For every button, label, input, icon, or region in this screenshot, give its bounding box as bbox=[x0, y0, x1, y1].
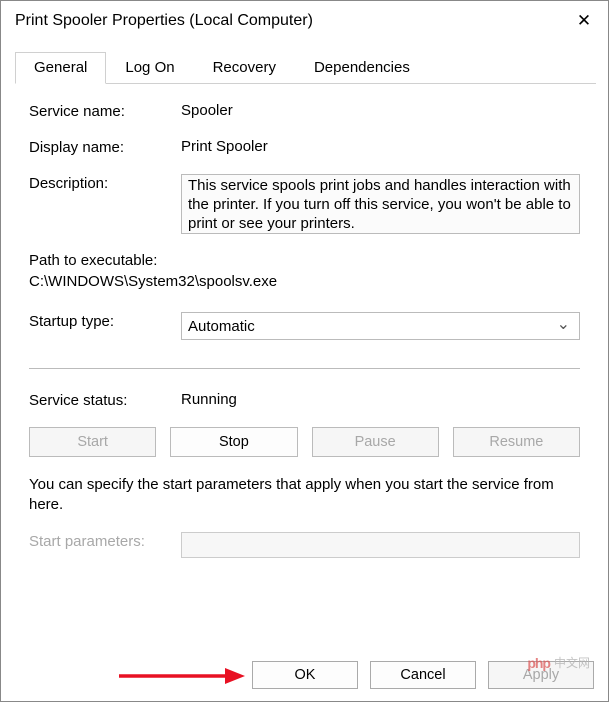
dialog-buttons: OK Cancel Apply bbox=[252, 661, 594, 689]
startup-type-select[interactable]: Automatic bbox=[181, 312, 580, 340]
label-description: Description: bbox=[29, 174, 181, 192]
tab-logon[interactable]: Log On bbox=[106, 52, 193, 84]
description-textbox[interactable]: This service spools print jobs and handl… bbox=[181, 174, 580, 234]
label-start-params: Start parameters: bbox=[29, 532, 181, 550]
close-button[interactable]: ✕ bbox=[560, 1, 608, 41]
label-startup-type: Startup type: bbox=[29, 312, 181, 330]
arrow-annotation-icon bbox=[117, 664, 247, 688]
form-area: Service name: Spooler Display name: Prin… bbox=[13, 102, 596, 558]
close-icon: ✕ bbox=[577, 11, 591, 31]
start-params-note: You can specify the start parameters tha… bbox=[29, 475, 580, 514]
row-startup-type: Startup type: Automatic bbox=[29, 312, 580, 340]
ok-button[interactable]: OK bbox=[252, 661, 358, 689]
row-display-name: Display name: Print Spooler bbox=[29, 138, 580, 156]
tab-dependencies[interactable]: Dependencies bbox=[295, 52, 429, 84]
row-path: Path to executable: C:\WINDOWS\System32\… bbox=[29, 252, 580, 290]
label-service-name: Service name: bbox=[29, 102, 181, 120]
value-path: C:\WINDOWS\System32\spoolsv.exe bbox=[29, 273, 580, 290]
dialog-content: General Log On Recovery Dependencies Ser… bbox=[1, 41, 608, 558]
label-service-status: Service status: bbox=[29, 391, 181, 409]
tab-strip: General Log On Recovery Dependencies bbox=[15, 51, 596, 84]
resume-button: Resume bbox=[453, 427, 580, 457]
cancel-button[interactable]: Cancel bbox=[370, 661, 476, 689]
row-service-status: Service status: Running bbox=[29, 391, 580, 409]
value-service-status: Running bbox=[181, 391, 237, 408]
startup-type-select-wrap: Automatic bbox=[181, 312, 580, 340]
tab-general[interactable]: General bbox=[15, 52, 106, 84]
label-path: Path to executable: bbox=[29, 252, 580, 269]
service-control-buttons: Start Stop Pause Resume bbox=[29, 427, 580, 457]
value-display-name: Print Spooler bbox=[181, 138, 268, 155]
row-description: Description: This service spools print j… bbox=[29, 174, 580, 234]
apply-button: Apply bbox=[488, 661, 594, 689]
start-button: Start bbox=[29, 427, 156, 457]
row-service-name: Service name: Spooler bbox=[29, 102, 580, 120]
row-start-params: Start parameters: bbox=[29, 532, 580, 558]
pause-button: Pause bbox=[312, 427, 439, 457]
start-params-input bbox=[181, 532, 580, 558]
window-title: Print Spooler Properties (Local Computer… bbox=[15, 12, 313, 30]
label-display-name: Display name: bbox=[29, 138, 181, 156]
stop-button[interactable]: Stop bbox=[170, 427, 297, 457]
titlebar: Print Spooler Properties (Local Computer… bbox=[1, 1, 608, 41]
tab-recovery[interactable]: Recovery bbox=[194, 52, 295, 84]
value-service-name: Spooler bbox=[181, 102, 233, 119]
divider bbox=[29, 368, 580, 369]
